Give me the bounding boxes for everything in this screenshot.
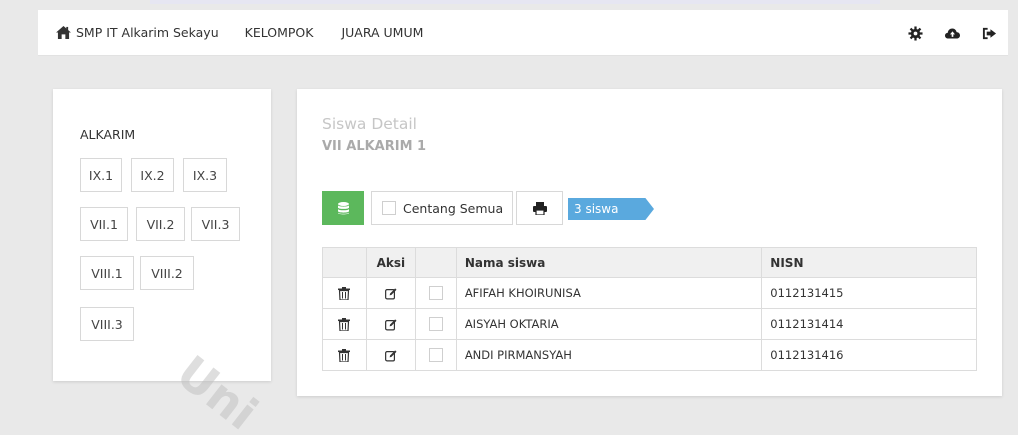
- check-all-button[interactable]: Centang Semua: [371, 191, 513, 225]
- table-row: ANDI PIRMANSYAH 0112131416: [322, 339, 977, 371]
- edit-icon: [384, 350, 397, 362]
- edit-icon: [384, 288, 397, 300]
- student-name: ANDI PIRMANSYAH: [455, 339, 763, 371]
- gear-icon: [908, 25, 923, 41]
- header-nisn: NISN: [761, 247, 977, 278]
- header-empty: [322, 247, 367, 278]
- class-list-panel: ALKARIM IX.1 IX.2 IX.3 VII.1 VII.2 VII.3…: [53, 89, 271, 381]
- delete-button[interactable]: [322, 308, 367, 340]
- database-button[interactable]: [322, 191, 364, 225]
- print-button[interactable]: [516, 191, 563, 225]
- top-strip: [150, 0, 880, 4]
- edit-button[interactable]: [365, 277, 416, 309]
- check-all-checkbox[interactable]: [382, 201, 396, 215]
- upload-button[interactable]: [934, 10, 971, 56]
- class-button-vii-3[interactable]: VII.3: [191, 207, 240, 241]
- edit-icon: [384, 319, 397, 331]
- row-checkbox-cell[interactable]: [414, 339, 457, 371]
- student-name: AFIFAH KHOIRUNISA: [455, 277, 763, 309]
- student-detail-panel: Siswa Detail VII ALKARIM 1 Centang Semua…: [297, 89, 1002, 396]
- edit-button[interactable]: [365, 339, 416, 371]
- class-button-ix-2[interactable]: IX.2: [131, 158, 174, 192]
- row-checkbox[interactable]: [428, 286, 443, 301]
- row-checkbox-cell[interactable]: [414, 277, 457, 309]
- student-nisn: 0112131416: [761, 339, 977, 371]
- logout-icon: [982, 27, 997, 39]
- class-button-viii-3[interactable]: VIII.3: [80, 307, 134, 341]
- page-title: Siswa Detail: [322, 115, 417, 133]
- class-button-viii-1[interactable]: VIII.1: [80, 256, 134, 290]
- header-select: [414, 247, 457, 278]
- row-checkbox-cell[interactable]: [414, 308, 457, 340]
- student-table: Aksi Nama siswa NISN AFIFAH KHOIRUNISA 0…: [322, 247, 977, 371]
- nav-juara-umum[interactable]: JUARA UMUM: [341, 25, 423, 40]
- row-checkbox[interactable]: [428, 317, 443, 332]
- class-button-ix-1[interactable]: IX.1: [80, 158, 122, 192]
- student-name: AISYAH OKTARIA: [455, 308, 763, 340]
- home-icon: [56, 26, 71, 39]
- header-nama: Nama siswa: [455, 247, 763, 278]
- table-header-row: Aksi Nama siswa NISN: [322, 247, 977, 278]
- group-title: ALKARIM: [80, 127, 136, 142]
- database-icon: [337, 201, 349, 214]
- logout-button[interactable]: [971, 10, 1008, 56]
- edit-button[interactable]: [365, 308, 416, 340]
- table-row: AFIFAH KHOIRUNISA 0112131415: [322, 277, 977, 309]
- table-row: AISYAH OKTARIA 0112131414: [322, 308, 977, 340]
- settings-button[interactable]: [897, 10, 934, 56]
- trash-icon: [338, 318, 351, 332]
- trash-icon: [338, 287, 351, 301]
- navbar: SMP IT Alkarim Sekayu KELOMPOK JUARA UMU…: [38, 10, 1008, 56]
- check-all-label: Centang Semua: [403, 200, 504, 216]
- nav-right-icons: [897, 10, 1008, 56]
- delete-button[interactable]: [322, 277, 367, 309]
- cloud-upload-icon: [945, 28, 960, 38]
- class-button-viii-2[interactable]: VIII.2: [140, 256, 194, 290]
- class-button-ix-3[interactable]: IX.3: [183, 158, 227, 192]
- header-aksi: Aksi: [365, 247, 416, 278]
- trash-icon: [338, 349, 351, 363]
- student-nisn: 0112131414: [761, 308, 977, 340]
- class-button-vii-1[interactable]: VII.1: [80, 207, 128, 241]
- student-count-badge: 3 siswa: [568, 198, 654, 220]
- class-subtitle: VII ALKARIM 1: [322, 139, 427, 154]
- nav-kelompok[interactable]: KELOMPOK: [245, 25, 314, 40]
- class-button-vii-2[interactable]: VII.2: [136, 207, 185, 241]
- print-icon: [532, 201, 547, 215]
- brand-label: SMP IT Alkarim Sekayu: [76, 25, 219, 40]
- row-checkbox[interactable]: [428, 348, 443, 363]
- brand-link[interactable]: SMP IT Alkarim Sekayu: [38, 25, 219, 40]
- student-nisn: 0112131415: [761, 277, 977, 309]
- delete-button[interactable]: [322, 339, 367, 371]
